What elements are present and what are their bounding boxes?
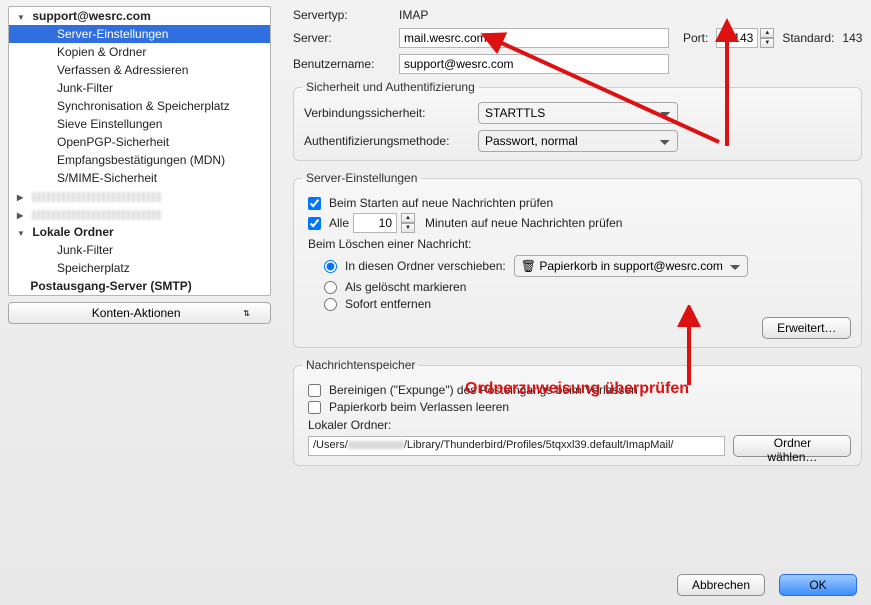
- ok-button[interactable]: OK: [779, 574, 857, 596]
- chevron-down-icon: ▼: [17, 229, 27, 238]
- sidebar-item-smime[interactable]: S/MIME-Sicherheit: [9, 169, 270, 187]
- standard-value: 143: [842, 31, 862, 45]
- message-storage-group: Nachrichtenspeicher Bereinigen ("Expunge…: [293, 358, 862, 466]
- redacted-text: [32, 210, 162, 220]
- choose-folder-button[interactable]: Ordner wählen…: [733, 435, 851, 457]
- connection-security-select[interactable]: STARTTLS: [478, 102, 678, 124]
- check-interval-checkbox[interactable]: [308, 217, 321, 230]
- radio-move-to-folder[interactable]: [324, 260, 337, 273]
- advanced-button[interactable]: Erweitert…: [762, 317, 851, 339]
- sidebar-item-openpgp[interactable]: OpenPGP-Sicherheit: [9, 133, 270, 151]
- chevron-right-icon: ▶: [17, 193, 27, 202]
- security-group: Sicherheit und Authentifizierung Verbind…: [293, 80, 862, 161]
- account-header[interactable]: ▼ support@wesrc.com: [9, 7, 270, 25]
- chevron-right-icon: ▶: [17, 211, 27, 220]
- expunge-label: Bereinigen ("Expunge") des Posteingangs …: [329, 383, 638, 397]
- sidebar-item-junk[interactable]: Junk-Filter: [9, 79, 270, 97]
- username-label: Benutzername:: [293, 57, 391, 71]
- local-folder-path[interactable]: /Users//Library/Thunderbird/Profiles/5tq…: [308, 436, 725, 456]
- sidebar-item-local-storage[interactable]: Speicherplatz: [9, 259, 270, 277]
- port-label: Port:: [683, 31, 708, 45]
- local-folder-label: Lokaler Ordner:: [308, 418, 851, 432]
- local-folders-header[interactable]: ▼ Lokale Ordner: [9, 223, 270, 241]
- sidebar-item-sieve[interactable]: Sieve Einstellungen: [9, 115, 270, 133]
- redacted-text: [32, 192, 162, 202]
- account-redacted-2[interactable]: ▶: [9, 205, 270, 223]
- port-step-down[interactable]: ▼: [760, 38, 774, 48]
- sidebar-item-sync[interactable]: Synchronisation & Speicherplatz: [9, 97, 270, 115]
- empty-trash-checkbox[interactable]: [308, 401, 321, 414]
- username-input[interactable]: [399, 54, 669, 74]
- empty-trash-label: Papierkorb beim Verlassen leeren: [329, 400, 509, 414]
- sidebar-item-local-junk[interactable]: Junk-Filter: [9, 241, 270, 259]
- trash-folder-select[interactable]: 🗑 Papierkorb in support@wesrc.com: [514, 255, 748, 277]
- servertype-label: Servertyp:: [293, 8, 391, 22]
- radio-mark-label: Als gelöscht markieren: [345, 280, 466, 294]
- account-redacted-1[interactable]: ▶: [9, 187, 270, 205]
- message-storage-legend: Nachrichtenspeicher: [302, 358, 419, 372]
- check-startup-label: Beim Starten auf neue Nachrichten prüfen: [329, 196, 553, 210]
- server-label: Server:: [293, 31, 391, 45]
- sidebar-item-copies-folders[interactable]: Kopien & Ordner: [9, 43, 270, 61]
- account-actions-dropdown[interactable]: Konten-Aktionen ⇅: [8, 302, 271, 324]
- server-input[interactable]: [399, 28, 669, 48]
- expunge-checkbox[interactable]: [308, 384, 321, 397]
- radio-mark-deleted[interactable]: [324, 281, 337, 294]
- interval-step-down[interactable]: ▼: [401, 223, 415, 233]
- sidebar-item-mdn[interactable]: Empfangsbestätigungen (MDN): [9, 151, 270, 169]
- local-folders-label: Lokale Ordner: [32, 225, 113, 239]
- standard-label: Standard:: [782, 31, 834, 45]
- sidebar-item-smtp[interactable]: Postausgang-Server (SMTP): [9, 277, 270, 295]
- delete-label: Beim Löschen einer Nachricht:: [308, 237, 851, 251]
- check-interval-input[interactable]: [353, 213, 397, 233]
- interval-step-up[interactable]: ▲: [401, 213, 415, 223]
- check-startup-checkbox[interactable]: [308, 197, 321, 210]
- server-settings-group: Server-Einstellungen Beim Starten auf ne…: [293, 171, 862, 348]
- chevron-down-icon: ▼: [17, 13, 27, 22]
- security-legend: Sicherheit und Authentifizierung: [302, 80, 479, 94]
- servertype-value: IMAP: [399, 8, 428, 22]
- radio-remove-label: Sofort entfernen: [345, 297, 431, 311]
- port-input[interactable]: [716, 28, 758, 48]
- server-settings-legend: Server-Einstellungen: [302, 171, 421, 185]
- sidebar-item-compose[interactable]: Verfassen & Adressieren: [9, 61, 270, 79]
- account-tree: ▼ support@wesrc.com Server-Einstellungen…: [8, 6, 271, 296]
- check-interval-prefix: Alle: [329, 216, 349, 230]
- account-email: support@wesrc.com: [32, 9, 150, 23]
- radio-remove-now[interactable]: [324, 298, 337, 311]
- updown-icon: ⇅: [243, 309, 250, 318]
- port-step-up[interactable]: ▲: [760, 28, 774, 38]
- cancel-button[interactable]: Abbrechen: [677, 574, 765, 596]
- radio-move-label: In diesen Ordner verschieben:: [345, 259, 506, 273]
- auth-method-label: Authentifizierungsmethode:: [304, 134, 474, 148]
- connection-security-label: Verbindungssicherheit:: [304, 106, 474, 120]
- check-interval-suffix: Minuten auf neue Nachrichten prüfen: [425, 216, 622, 230]
- sidebar-item-server-settings[interactable]: Server-Einstellungen: [9, 25, 270, 43]
- auth-method-select[interactable]: Passwort, normal: [478, 130, 678, 152]
